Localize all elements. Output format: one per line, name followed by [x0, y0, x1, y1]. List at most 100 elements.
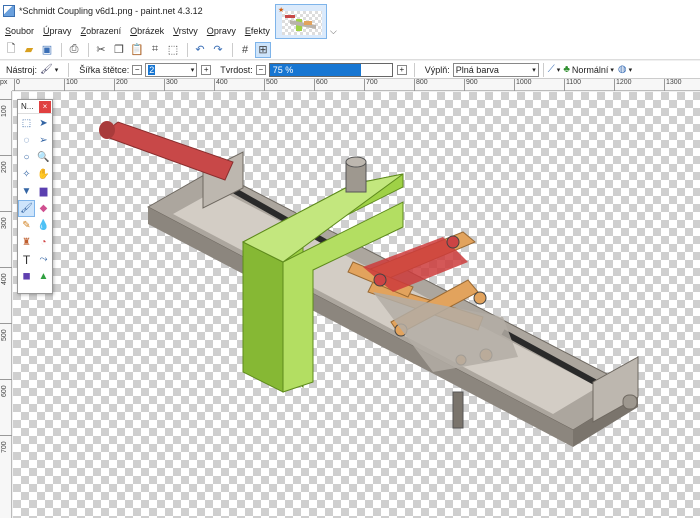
move-selected-tool[interactable]: ➤: [35, 115, 52, 132]
blend-mode-value[interactable]: Normální: [572, 65, 609, 75]
ruler-left-label: 600: [1, 385, 8, 397]
menu-1[interactable]: Úpravy: [39, 26, 76, 36]
antialiasing-dropdown-icon[interactable]: ▾: [557, 66, 561, 74]
menu-4[interactable]: Vrstvy: [169, 26, 202, 36]
menu-2[interactable]: Zobrazení: [77, 26, 126, 36]
copy-button[interactable]: ❐: [111, 42, 127, 58]
move-selection-tool[interactable]: ➢: [35, 132, 52, 149]
menu-label-rest: oubor: [11, 26, 35, 36]
floppy-icon: ▣: [41, 44, 53, 56]
paintbrush-icon[interactable]: 🖌: [40, 64, 53, 75]
paste-button[interactable]: 📋: [129, 42, 145, 58]
hand-icon: ✋: [37, 169, 50, 180]
line-curve-tool[interactable]: ⤳: [35, 251, 52, 268]
menu-0[interactable]: Soubor: [1, 26, 38, 36]
fill-type-value: Plná barva: [455, 64, 499, 75]
ruler-top-label: 1200: [616, 79, 632, 86]
unsaved-marker-icon: ★: [278, 7, 285, 14]
ruler-top-label: 300: [166, 79, 178, 86]
tools-panel-close-button[interactable]: ×: [39, 100, 51, 113]
menu-label-rest: rstvy: [178, 26, 198, 36]
hardness-label: Tvrdost:: [220, 64, 253, 75]
undo-button[interactable]: ↶: [192, 42, 208, 58]
rulers-toggle-button[interactable]: ⊞: [255, 41, 271, 58]
ellipse-select-tool[interactable]: ○: [18, 149, 35, 166]
hardness-slider[interactable]: 75 %: [268, 62, 393, 77]
ruler-left-label: 700: [1, 441, 8, 453]
magic-wand-icon: ✧: [22, 169, 31, 180]
vertical-ruler: 100 200 300 400 500 600 700: [0, 91, 12, 518]
blend-mode-icon[interactable]: ♣: [563, 64, 570, 75]
ruler-top-label: 600: [316, 79, 328, 86]
image-thumbnail-tab[interactable]: ★: [275, 4, 327, 39]
deselect-button[interactable]: ⬚: [165, 42, 181, 58]
crop-button[interactable]: ⌗: [147, 42, 163, 58]
ruler-left-label: 400: [1, 273, 8, 285]
copy-icon: ❐: [114, 44, 124, 56]
magic-wand-tool[interactable]: ✧: [18, 166, 35, 183]
print-button[interactable]: ⎙: [66, 42, 82, 58]
menu-label-rest: brázek: [137, 26, 165, 36]
rectangle-select-tool[interactable]: ⬚: [18, 115, 35, 132]
tool-options-bar: Nástroj: 🖌 ▾ Šířka štětce: − 2 ▾ + Tvrdo…: [0, 61, 700, 79]
hardness-increase-button[interactable]: +: [396, 64, 407, 75]
ruler-tick: [0, 267, 12, 268]
toolbar-divider: [542, 62, 544, 77]
hardness-decrease-button[interactable]: −: [255, 64, 266, 75]
brush-width-decrease-button[interactable]: −: [132, 64, 143, 75]
pencil-tool[interactable]: ✎: [18, 217, 35, 234]
open-file-button[interactable]: ▰: [21, 42, 37, 58]
horizontal-ruler: 0 100 200 300 400 500 600 700 800 900 1000 1100 1200…: [12, 79, 700, 91]
blend-mode-dropdown-icon[interactable]: ▾: [610, 66, 614, 74]
ruler-top-label: 1300: [666, 79, 682, 86]
grid-toggle-button[interactable]: #: [237, 42, 253, 58]
pan-tool[interactable]: ✋: [35, 166, 52, 183]
save-button[interactable]: ▣: [39, 42, 55, 58]
selection-clip-icon[interactable]: ◍: [618, 64, 627, 75]
menu-label-rest: fekty: [250, 26, 270, 36]
fill-type-select[interactable]: Plná barva ▾: [452, 62, 539, 77]
crop-icon: ⌗: [151, 43, 159, 55]
brush-width-increase-button[interactable]: +: [201, 64, 212, 75]
ruler-left-label: 100: [1, 105, 8, 117]
antialiasing-icon[interactable]: ⟋: [548, 64, 555, 75]
toolbar-divider: [187, 42, 188, 57]
color-picker-tool[interactable]: 💧: [35, 217, 52, 234]
coupling-drawing: [99, 121, 640, 447]
paintbrush-tool[interactable]: 🖌: [18, 200, 35, 217]
toolbar-divider: [232, 42, 233, 57]
new-file-button[interactable]: 🗋: [3, 42, 19, 58]
ellipse-select-icon: ○: [23, 152, 30, 163]
recolor-tool[interactable]: ◔: [35, 234, 52, 251]
bucket-icon: ▼: [21, 186, 32, 197]
image-list-chevron-icon[interactable]: ⌵: [330, 26, 337, 37]
tools-panel-header[interactable]: N... ×: [18, 100, 52, 114]
thumbnail-preview: [282, 11, 322, 35]
image-canvas[interactable]: [13, 92, 700, 518]
shape-type-tool[interactable]: ▲: [35, 268, 52, 285]
redo-button[interactable]: ↷: [210, 42, 226, 58]
gradient-tool[interactable]: ▆: [35, 183, 52, 200]
brush-width-input[interactable]: 2 ▾: [145, 62, 198, 77]
tool-dropdown-arrow-icon[interactable]: ▾: [55, 66, 59, 74]
eraser-tool[interactable]: ◆: [35, 200, 52, 217]
menu-5[interactable]: Opravy: [203, 26, 240, 36]
zoom-tool[interactable]: 🔍: [35, 149, 52, 166]
redo-icon: ↷: [213, 44, 223, 56]
magnifier-icon: 🔍: [37, 152, 50, 163]
clone-stamp-tool[interactable]: ♜: [18, 234, 35, 251]
menu-6[interactable]: Efekty: [241, 26, 274, 36]
lasso-select-tool[interactable]: ◌: [18, 132, 35, 149]
menu-3[interactable]: Obrázek: [126, 26, 168, 36]
text-tool[interactable]: T: [18, 251, 35, 268]
paint-bucket-tool[interactable]: ▼: [18, 183, 35, 200]
pencil-icon: ✎: [22, 220, 31, 231]
shapes-tool[interactable]: ◼: [18, 268, 35, 285]
menu-label-rest: obrazení: [86, 26, 122, 36]
selection-clip-dropdown-icon[interactable]: ▾: [629, 66, 633, 74]
ruler-top-label: 100: [66, 79, 78, 86]
hardness-value: 75 %: [272, 64, 294, 75]
rectangle-select-icon: ⬚: [21, 118, 32, 129]
ruler-top-label: 1100: [566, 79, 582, 86]
cut-button[interactable]: ✂: [93, 42, 109, 58]
